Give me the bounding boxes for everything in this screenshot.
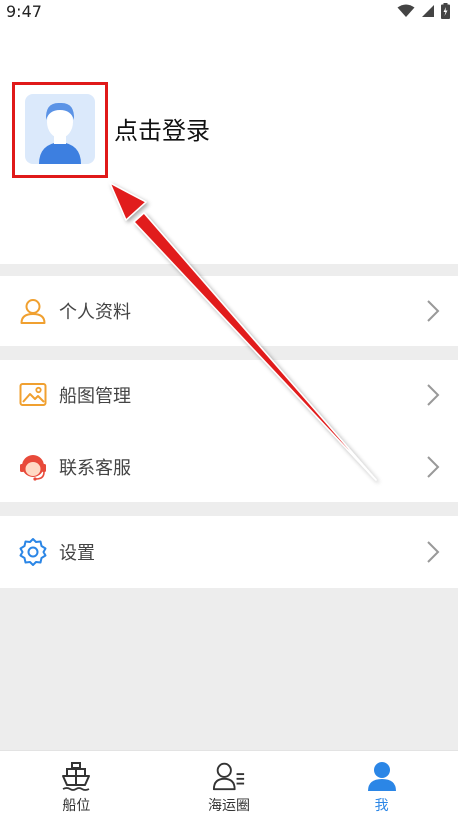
section-divider xyxy=(0,502,458,516)
chevron-right-icon xyxy=(427,384,440,406)
gear-icon xyxy=(18,537,48,567)
cellular-signal-icon xyxy=(422,5,434,17)
tab-shipping-circle[interactable]: 海运圈 xyxy=(153,751,306,820)
menu-label-settings: 设置 xyxy=(59,543,95,564)
customer-service-icon xyxy=(18,452,48,482)
image-icon xyxy=(18,380,48,410)
avatar-highlight-box xyxy=(12,82,108,178)
bottom-tab-bar: 船位 海运圈 我 xyxy=(0,750,458,820)
default-avatar-icon xyxy=(39,102,81,164)
community-icon xyxy=(212,759,246,793)
login-prompt[interactable]: 点击登录 xyxy=(114,111,210,146)
tab-label: 船位 xyxy=(62,798,91,814)
tab-label: 海运圈 xyxy=(208,798,250,814)
menu-label-customer-service: 联系客服 xyxy=(59,458,131,479)
empty-background-area xyxy=(0,588,458,750)
chevron-right-icon xyxy=(427,456,440,478)
ship-icon xyxy=(59,759,93,793)
tab-me[interactable]: 我 xyxy=(305,751,458,820)
menu-item-settings[interactable]: 设置 xyxy=(0,516,458,588)
menu-label-personal-info: 个人资料 xyxy=(59,302,131,323)
status-bar: 9:47 xyxy=(0,0,458,22)
status-icons xyxy=(397,3,450,19)
tab-label: 我 xyxy=(374,798,389,814)
profile-header: 点击登录 xyxy=(0,22,458,264)
avatar[interactable] xyxy=(25,94,95,164)
status-time: 9:47 xyxy=(6,1,42,21)
section-divider xyxy=(0,346,458,360)
battery-icon xyxy=(441,3,450,19)
menu-label-chart-management: 船图管理 xyxy=(59,386,131,407)
chevron-right-icon xyxy=(427,541,440,563)
tab-ship-position[interactable]: 船位 xyxy=(0,751,153,820)
section-divider xyxy=(0,264,458,276)
person-icon xyxy=(18,296,48,326)
menu-item-personal-info[interactable]: 个人资料 xyxy=(0,276,458,346)
user-icon xyxy=(365,759,399,793)
chevron-right-icon xyxy=(427,300,440,322)
menu-item-customer-service[interactable]: 联系客服 xyxy=(0,432,458,502)
menu-item-chart-management[interactable]: 船图管理 xyxy=(0,360,458,430)
wifi-icon xyxy=(397,4,415,17)
